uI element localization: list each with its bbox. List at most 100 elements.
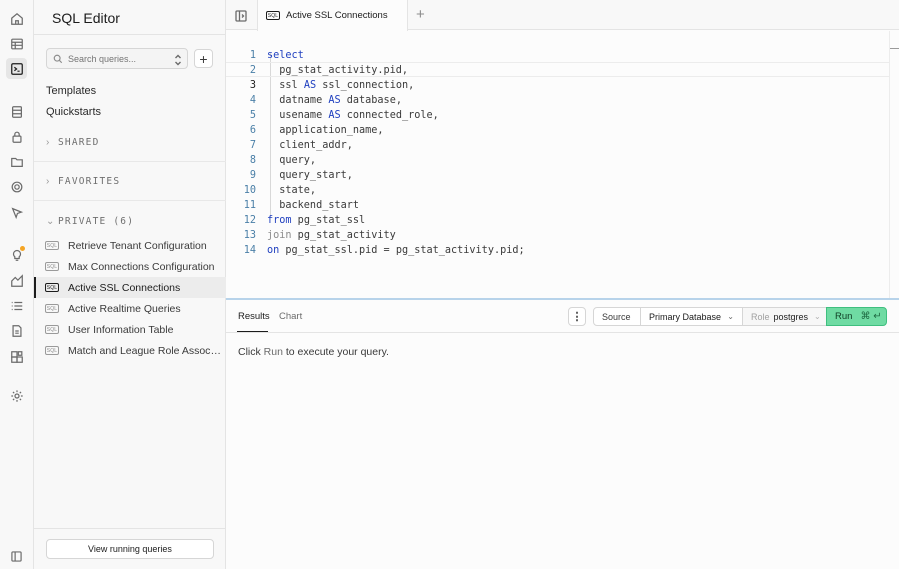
code-line: 6 application_name, (249, 125, 384, 136)
section-private-label: PRIVATE (6) (58, 216, 135, 227)
sql-editor-icon[interactable] (6, 58, 27, 79)
code-line: 1 select (249, 50, 304, 61)
code-line: 5 usename AS connected_role, (249, 110, 439, 121)
sql-file-icon: SQL (45, 304, 59, 313)
query-item-retrieve-tenant[interactable]: SQL Retrieve Tenant Configuration (34, 235, 226, 256)
database-select[interactable]: Primary Database ⌄ (640, 307, 743, 326)
notification-dot (20, 246, 25, 251)
code-line: 8 query, (249, 155, 317, 166)
table-editor-icon[interactable] (8, 35, 25, 52)
sort-chevrons-icon[interactable] (173, 53, 183, 66)
storage-icon[interactable] (8, 153, 25, 170)
integrations-icon[interactable] (8, 348, 25, 365)
sidebar-title: SQL Editor (52, 10, 120, 26)
query-item-realtime[interactable]: SQL Active Realtime Queries (34, 298, 226, 319)
tab-bar: SQL Active SSL Connections + (226, 0, 899, 31)
add-query-button[interactable]: + (194, 49, 213, 68)
search-box[interactable] (46, 48, 188, 69)
logs-icon[interactable] (8, 297, 25, 314)
tab-results[interactable]: Results (238, 311, 270, 322)
code-line: 4 datname AS database, (249, 95, 402, 106)
view-running-queries-button[interactable]: View running queries (46, 539, 214, 559)
code-line: 2 pg_stat_activity.pid, (249, 65, 409, 76)
query-item-label: Retrieve Tenant Configuration (68, 239, 207, 252)
code-text: on pg_stat_ssl.pid = pg_stat_activity.pi… (267, 245, 525, 256)
query-item-label: Max Connections Configuration (68, 260, 215, 273)
database-value: Primary Database (649, 311, 722, 322)
tab-active-ssl-connections[interactable]: SQL Active SSL Connections (257, 0, 408, 31)
code-line-current: 3 ssl AS ssl_connection, (226, 62, 890, 91)
chevron-down-icon: ⌄ (46, 216, 56, 227)
section-divider (34, 161, 226, 162)
chevron-right-icon: › (46, 176, 51, 187)
results-message: Click Run to execute your query. (238, 346, 389, 358)
section-divider (34, 200, 226, 201)
sql-file-icon: SQL (45, 283, 59, 292)
sidebar-footer-divider (34, 528, 226, 529)
advisors-bulb-icon[interactable] (8, 246, 25, 263)
query-item-active-ssl[interactable]: SQL Active SSL Connections (34, 277, 226, 298)
role-select[interactable]: Role postgres ⌄ (742, 307, 827, 326)
code-line: 7 client_addr, (249, 140, 353, 151)
quickstarts-link[interactable]: Quickstarts (46, 106, 101, 118)
query-item-label: User Information Table (68, 323, 174, 336)
more-options-icon[interactable]: ⋮ (568, 307, 586, 326)
new-tab-button[interactable]: + (416, 6, 425, 23)
run-button[interactable]: Run ⌘ ↵ (826, 307, 887, 326)
edge-functions-icon[interactable] (8, 204, 25, 221)
scrollbar-marker (890, 48, 899, 49)
chevron-down-icon: ⌄ (814, 312, 821, 321)
tab-chart[interactable]: Chart (279, 311, 302, 322)
section-favorites-label: FAVORITES (58, 176, 121, 187)
auth-lock-icon[interactable] (8, 128, 25, 145)
sql-file-icon: SQL (266, 11, 280, 20)
sidebar-header-divider (34, 34, 226, 35)
main-panel: SQL Active SSL Connections + 1 select 2 p… (226, 0, 899, 569)
chevron-right-icon: › (46, 137, 51, 148)
chevron-down-icon: ⌄ (727, 312, 734, 321)
role-label: Role (751, 311, 770, 322)
sql-file-icon: SQL (45, 325, 59, 334)
settings-gear-icon[interactable] (8, 387, 25, 404)
home-icon[interactable] (8, 10, 25, 27)
code-line: 11 backend_start (243, 200, 360, 211)
query-item-label: Active SSL Connections (68, 281, 181, 294)
section-shared[interactable]: › SHARED (46, 137, 100, 148)
active-tab-underline (237, 331, 268, 332)
code-line: 13 join pg_stat_activity (243, 230, 396, 241)
sql-file-icon: SQL (45, 241, 59, 250)
run-shortcut-icon: ⌘ ↵ (860, 311, 882, 322)
section-favorites[interactable]: › FAVORITES (46, 176, 120, 187)
sql-editor-sidebar: SQL Editor + Templates Quickstarts › SHA… (34, 0, 226, 569)
database-icon[interactable] (8, 103, 25, 120)
message-text: to execute your query. (285, 346, 389, 358)
query-item-label: Active Realtime Queries (68, 302, 181, 315)
run-controls: Source Primary Database ⌄ Role postgres … (593, 307, 887, 326)
api-docs-icon[interactable] (8, 322, 25, 339)
code-editor[interactable]: 1 select 2 pg_stat_activity.pid, 3 ssl AS… (226, 31, 899, 298)
query-item-max-connections[interactable]: SQL Max Connections Configuration (34, 256, 226, 277)
code-line: 10 state, (243, 185, 317, 196)
search-icon (53, 54, 63, 63)
role-value: postgres (773, 311, 809, 322)
results-toolbar: Results Chart ⋮ Source Primary Database … (226, 300, 899, 333)
code-line: 12 from pg_stat_ssl (243, 215, 366, 226)
toggle-panel-icon[interactable] (235, 9, 247, 22)
tab-label: Active SSL Connections (286, 10, 388, 21)
query-item-user-info[interactable]: SQL User Information Table (34, 319, 226, 340)
realtime-icon[interactable] (8, 178, 25, 195)
reports-icon[interactable] (8, 272, 25, 289)
code-line: 9 query_start, (249, 170, 353, 181)
app-window: SQL Editor + Templates Quickstarts › SHA… (0, 0, 899, 569)
sql-file-icon: SQL (45, 262, 59, 271)
section-private[interactable]: ⌄ PRIVATE (6) (46, 216, 134, 227)
search-input[interactable] (68, 53, 168, 64)
message-run-word: Run (263, 346, 283, 358)
collapse-sidebar-icon[interactable] (11, 549, 22, 562)
editor-ruler (889, 31, 890, 298)
query-item-match-league[interactable]: SQL Match and League Role Associations (34, 340, 226, 361)
nav-rail (0, 0, 34, 569)
templates-link[interactable]: Templates (46, 85, 96, 97)
message-text: Click (238, 346, 261, 358)
run-button-label: Run (835, 311, 853, 322)
